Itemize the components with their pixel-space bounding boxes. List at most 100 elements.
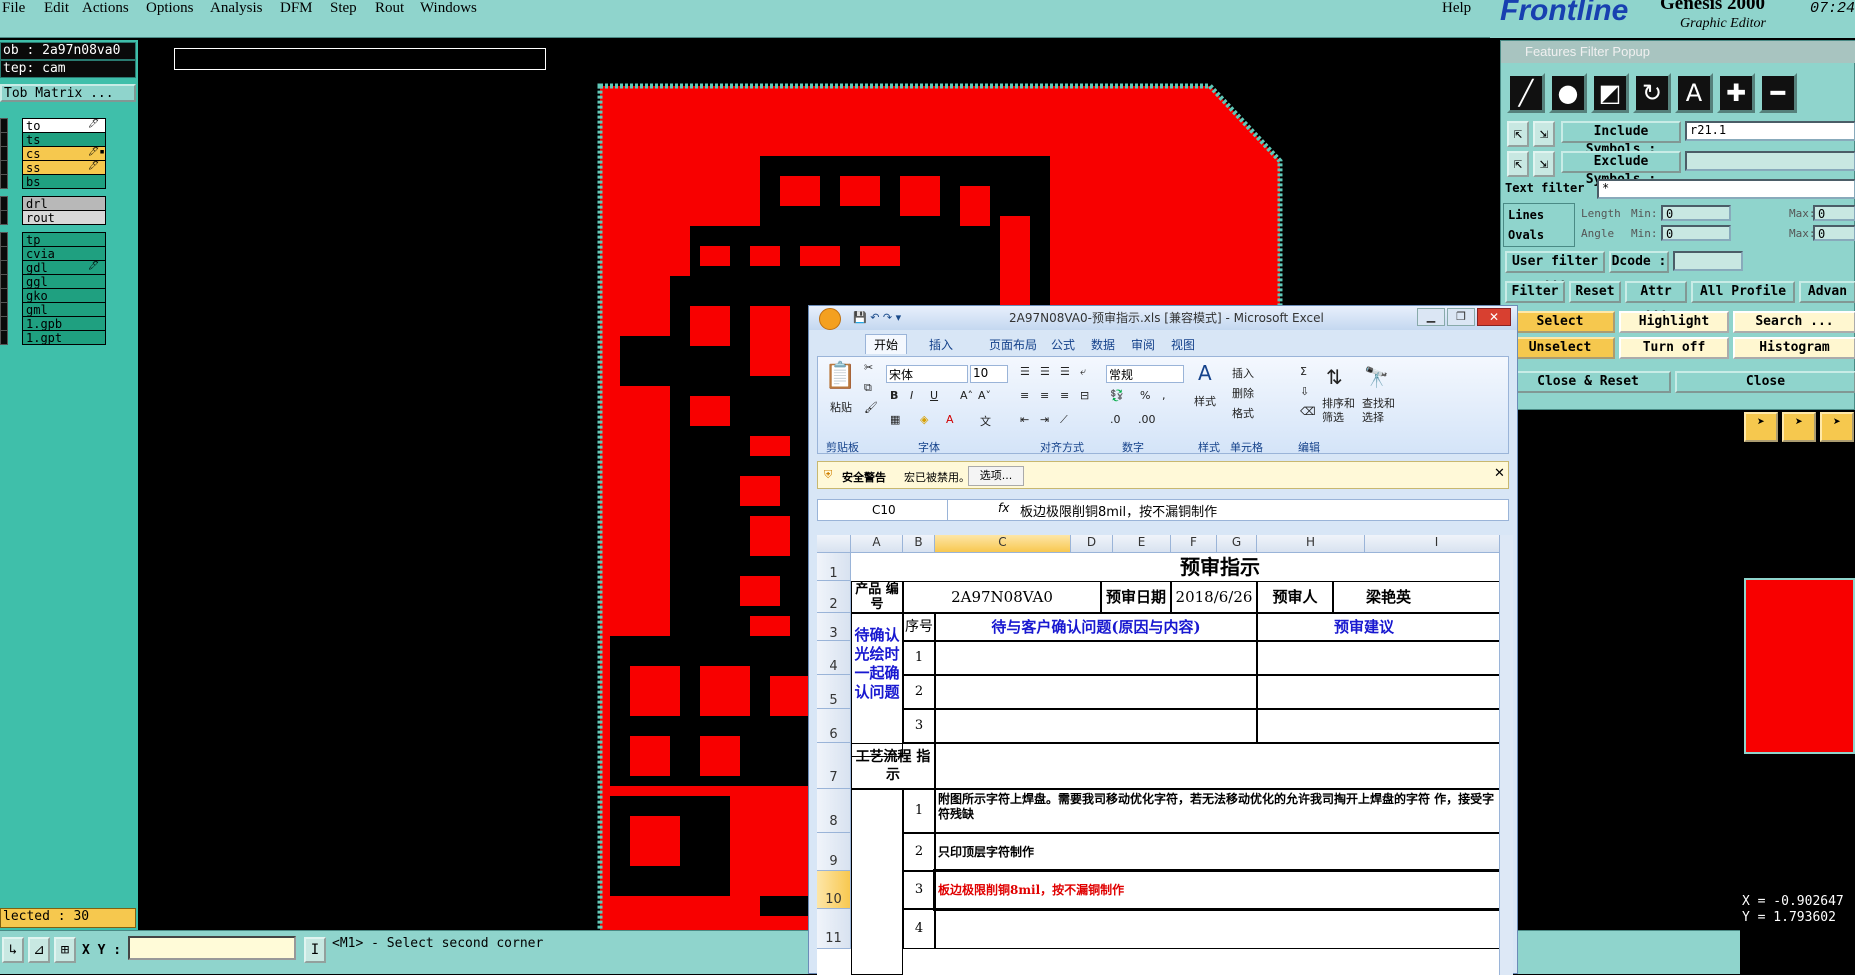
process-seq-1[interactable]: 1 <box>903 789 935 833</box>
line-icon[interactable]: ╱ <box>1507 73 1545 113</box>
pending-advice-1[interactable] <box>1257 641 1509 675</box>
process-step-2[interactable]: 只印顶层字符制作 <box>935 833 1509 871</box>
process-seq-2[interactable]: 2 <box>903 833 935 871</box>
product-no-value[interactable]: 2A97N08VA0 <box>903 581 1101 613</box>
job-matrix-button[interactable]: Tob Matrix ... <box>0 84 136 102</box>
pending-advice-2[interactable] <box>1257 675 1509 709</box>
row-header[interactable]: 10 <box>817 871 851 909</box>
menu-actions[interactable]: Actions <box>82 0 129 17</box>
sheet-title[interactable]: 预审指示 <box>851 553 1509 581</box>
turn-off-button[interactable]: Turn off <box>1619 337 1729 359</box>
text-icon[interactable]: A <box>1675 73 1713 113</box>
seq-header[interactable]: 序号 <box>903 613 935 641</box>
pending-issue-2[interactable] <box>935 675 1257 709</box>
menu-step[interactable]: Step <box>330 0 357 17</box>
column-header[interactable]: B <box>903 535 935 553</box>
menu-analysis[interactable]: Analysis <box>210 0 263 17</box>
row-header[interactable]: 11 <box>817 909 851 949</box>
column-header[interactable]: C <box>935 535 1071 553</box>
reviewer-name[interactable]: 梁艳英 <box>1333 581 1509 613</box>
layer-checkbox[interactable] <box>0 260 8 275</box>
dcode-input[interactable] <box>1673 251 1743 271</box>
search-button[interactable]: Search ... <box>1733 311 1855 333</box>
layer-checkbox[interactable] <box>0 232 8 247</box>
advice-header[interactable]: 预审建议 <box>1257 613 1509 641</box>
issue-header[interactable]: 待与客户确认问题(原因与内容) <box>935 613 1257 641</box>
select-button[interactable]: Select <box>1505 311 1615 333</box>
menu-edit[interactable]: Edit <box>44 0 69 17</box>
lines-checkbox[interactable]: Lines <box>1508 208 1544 222</box>
layer-ts[interactable]: ts <box>22 132 106 147</box>
menu-windows[interactable]: Windows <box>420 0 477 17</box>
layer-gml[interactable]: gml <box>22 302 106 317</box>
pending-advice-3[interactable] <box>1257 709 1509 743</box>
user-filter-button[interactable]: User filter ... <box>1505 251 1605 287</box>
column-header[interactable]: E <box>1113 535 1171 553</box>
pointer-icon[interactable]: ➤ <box>1744 412 1778 442</box>
layer-bs[interactable]: bs <box>22 174 106 189</box>
layer-ggl[interactable]: ggl <box>22 274 106 289</box>
length-max-input[interactable]: 0 <box>1813 205 1855 221</box>
pointer-zoom-icon[interactable]: ➤ <box>1820 412 1854 442</box>
layer-drl[interactable]: drl <box>22 196 106 211</box>
row-header[interactable]: 8 <box>817 789 851 833</box>
attr-button[interactable]: Attr ... <box>1625 281 1687 317</box>
all-profile-dropdown[interactable]: All Profile <box>1691 281 1795 303</box>
pending-issue-1[interactable] <box>935 641 1257 675</box>
reviewer-label[interactable]: 预审人 <box>1257 581 1333 613</box>
menu-dfm[interactable]: DFM <box>280 0 313 17</box>
include-arrow2-icon[interactable]: ⇲ <box>1533 121 1555 147</box>
layer-checkbox[interactable] <box>0 174 8 189</box>
menu-rout[interactable]: Rout <box>375 0 404 17</box>
plus-icon[interactable]: ✚ <box>1717 73 1755 113</box>
filter-button[interactable]: Filter <box>1505 281 1565 303</box>
ribbon-tab[interactable]: 数据 <box>1091 336 1115 353</box>
pointer-select-icon[interactable]: ➤ <box>1782 412 1816 442</box>
row-header[interactable]: 4 <box>817 641 851 675</box>
date-label[interactable]: 预审日期 <box>1101 581 1171 613</box>
pad-icon[interactable]: ● <box>1549 73 1587 113</box>
process-step-1[interactable]: 附图所示字符上焊盘。需要我司移动优化字符，若无法移动优化的允许我司掏开上焊盘的字… <box>935 789 1509 833</box>
row-header[interactable]: 6 <box>817 709 851 743</box>
layer-checkbox[interactable] <box>0 302 8 317</box>
layer-checkbox[interactable] <box>0 146 8 161</box>
layer-checkbox[interactable] <box>0 316 8 331</box>
mini-map[interactable] <box>1744 578 1855 754</box>
angle-max-input[interactable]: 0 <box>1813 225 1855 241</box>
input-toggle-icon[interactable]: I <box>304 937 326 963</box>
pending-seq-2[interactable]: 2 <box>903 675 935 709</box>
layer-checkbox[interactable] <box>0 288 8 303</box>
layer-1-gpb[interactable]: 1.gpb <box>22 316 106 331</box>
length-checkbox[interactable]: Length <box>1581 207 1621 220</box>
process-seq-4[interactable]: 4 <box>903 909 935 949</box>
process-merged-a[interactable] <box>851 789 903 975</box>
layer-checkbox[interactable] <box>0 196 8 211</box>
column-header[interactable]: G <box>1217 535 1257 553</box>
layer-checkbox[interactable] <box>0 274 8 289</box>
layer-checkbox[interactable] <box>0 330 8 345</box>
exclude-symbols-input[interactable] <box>1685 151 1855 171</box>
vertical-scrollbar[interactable] <box>1499 535 1513 975</box>
pending-seq-3[interactable]: 3 <box>903 709 935 743</box>
canvas-text-box[interactable] <box>174 48 546 70</box>
surface-icon[interactable]: ◩ <box>1591 73 1629 113</box>
histogram-button[interactable]: Histogram <box>1733 337 1855 359</box>
row-header[interactable]: 2 <box>817 581 851 613</box>
exclude-arrow2-icon[interactable]: ⇲ <box>1533 151 1555 177</box>
pending-seq-1[interactable]: 1 <box>903 641 935 675</box>
arrow-tool-icon[interactable]: ↳ <box>2 937 24 963</box>
minus-icon[interactable]: ━ <box>1759 73 1797 113</box>
menu-options[interactable]: Options <box>146 0 194 17</box>
layer-checkbox[interactable] <box>0 118 8 133</box>
ovals-checkbox[interactable]: Ovals <box>1508 228 1544 242</box>
angle-min-input[interactable]: 0 <box>1661 225 1731 241</box>
layer-gko[interactable]: gko <box>22 288 106 303</box>
security-close-icon[interactable]: ✕ <box>1494 466 1505 481</box>
formula-input[interactable]: 板边极限削铜8mil，按不漏铜制作 <box>1020 501 1217 520</box>
column-header[interactable]: A <box>851 535 903 553</box>
process-seq-3[interactable]: 3 <box>903 871 935 909</box>
fx-icon[interactable]: fx <box>998 501 1009 515</box>
close-button[interactable]: Close <box>1675 371 1855 393</box>
unselect-button[interactable]: Unselect <box>1505 337 1615 359</box>
row-header[interactable]: 9 <box>817 833 851 871</box>
